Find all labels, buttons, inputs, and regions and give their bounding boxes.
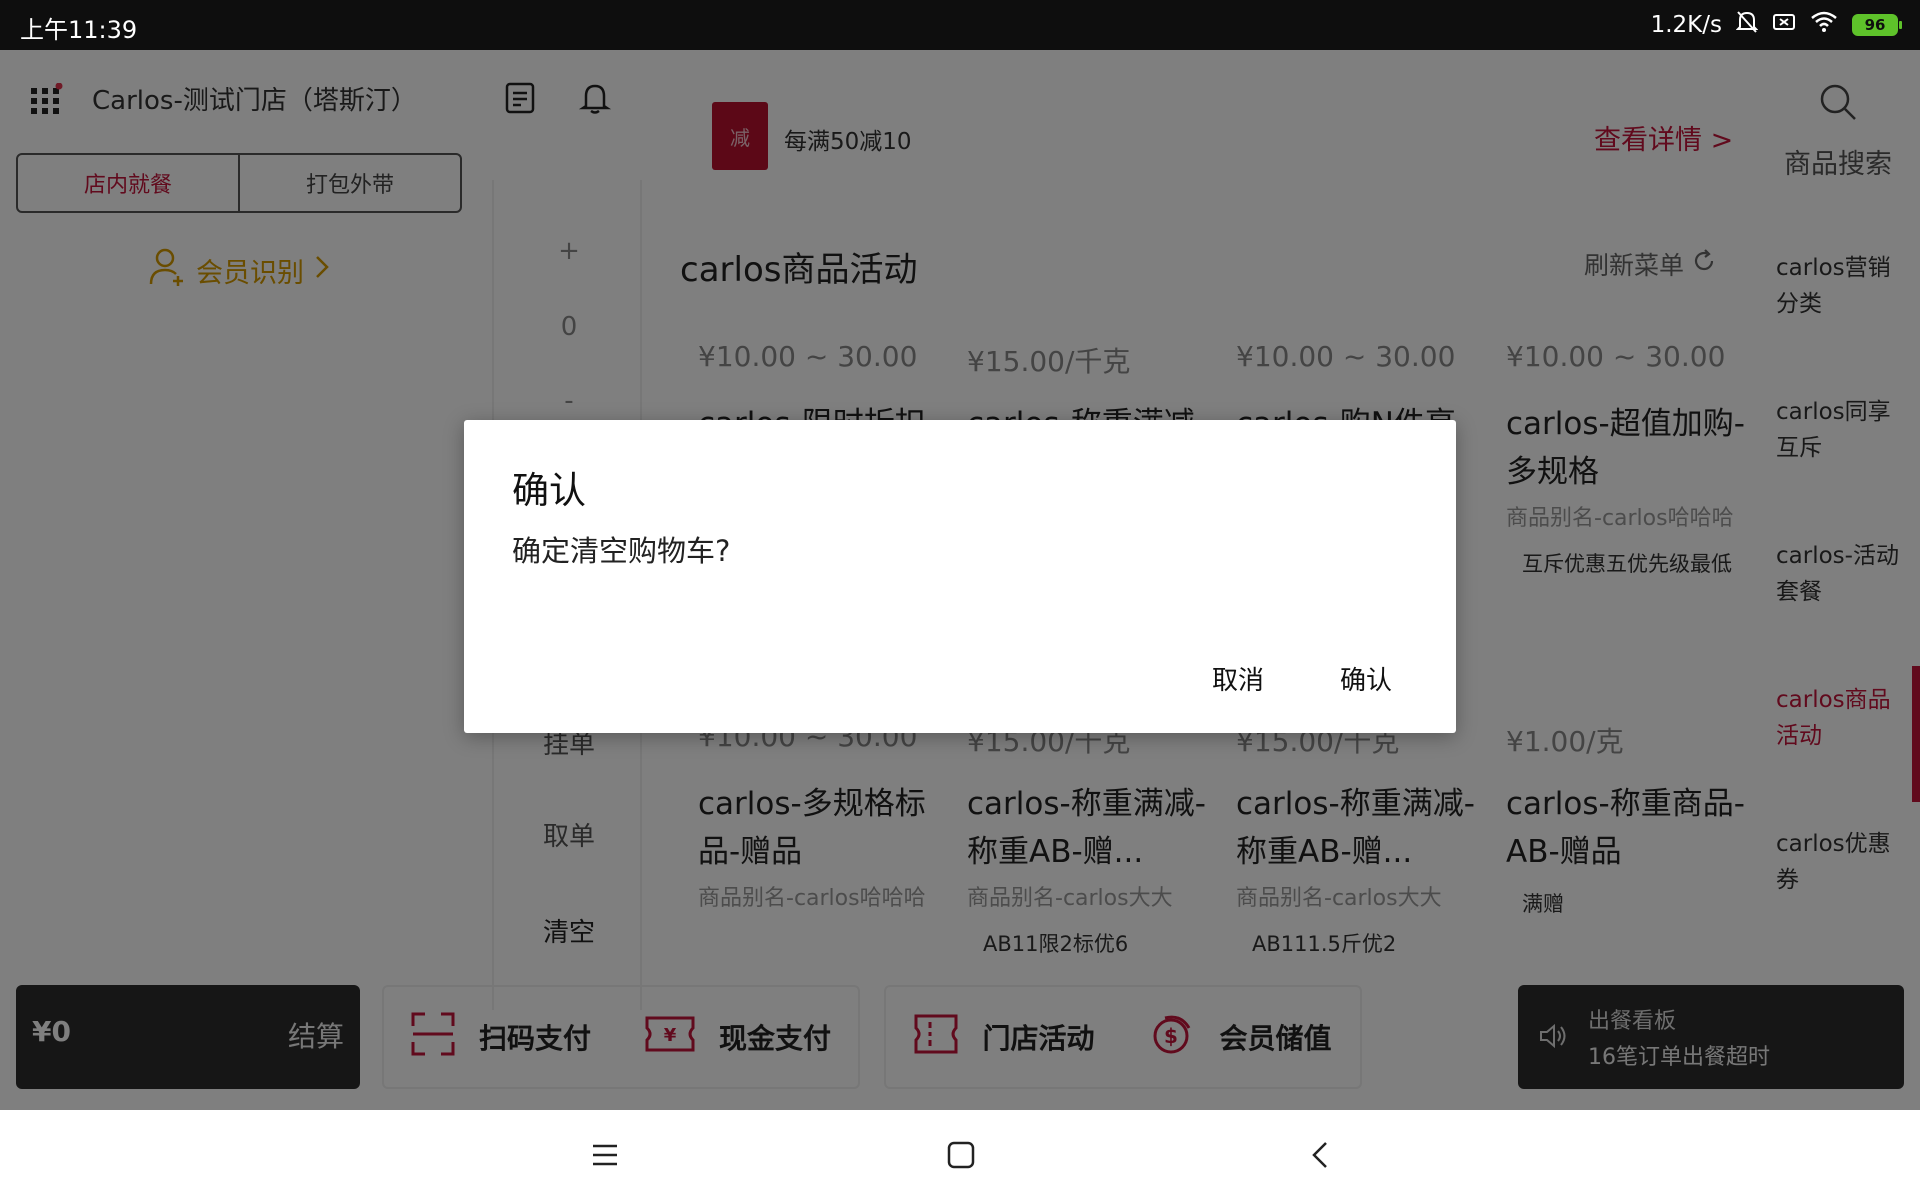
status-bar: 上午11:39 1.2K/s 96 [0, 0, 1920, 50]
cancel-button[interactable]: 取消 [1212, 660, 1264, 697]
wifi-icon [1810, 11, 1838, 39]
confirm-dialog: 确认 确定清空购物车? 取消 确认 [464, 420, 1456, 733]
menu-icon[interactable] [590, 1140, 620, 1174]
home-icon[interactable] [946, 1140, 976, 1174]
dialog-title: 确认 [512, 469, 586, 512]
mute-bell-icon [1735, 10, 1759, 40]
net-speed: 1.2K/s [1650, 12, 1722, 38]
confirm-button[interactable]: 确认 [1340, 660, 1392, 697]
system-nav-bar [0, 1110, 1920, 1200]
no-sim-icon [1772, 12, 1796, 38]
back-icon[interactable] [1306, 1140, 1336, 1174]
status-time: 上午11:39 [20, 16, 138, 44]
dialog-message: 确定清空购物车? [512, 534, 731, 568]
battery-icon: 96 [1852, 14, 1902, 36]
